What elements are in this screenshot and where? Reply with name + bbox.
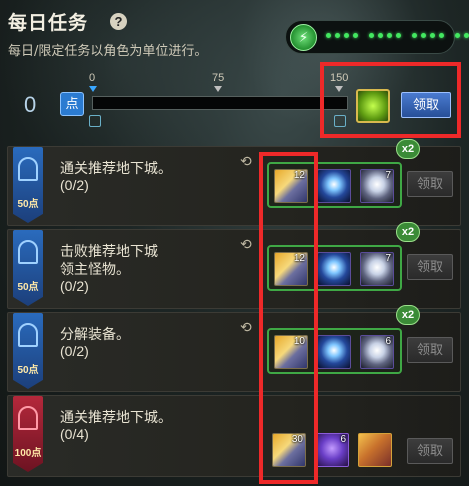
purple-crystal-icon[interactable]: 6 [315, 433, 349, 467]
progress-marker-label: 0 [89, 72, 96, 84]
gold-book-icon[interactable] [358, 433, 392, 467]
help-icon[interactable]: ? [110, 13, 127, 30]
reward-multiplier-badge: x2 [396, 305, 420, 325]
page-title: 每日任务 [8, 12, 89, 34]
task-progress: (0/2) [60, 177, 89, 193]
progress-marker-75: 75 [212, 72, 224, 92]
refresh-icon[interactable]: ⟲ [240, 236, 252, 253]
claim-task-button[interactable]: 领取 [407, 337, 453, 363]
task-row: 50点 分解装备。 (0/2) ⟲ 10 6 x2 领取 [7, 305, 461, 392]
white-orb-icon[interactable]: 7 [360, 169, 394, 203]
dungeon-gate-icon [18, 406, 38, 430]
task-name: 击败推荐地下城 领主怪物。 [60, 243, 158, 277]
task-points-banner: 50点 [13, 230, 43, 306]
fatigue-meter: ⚡ [285, 20, 469, 54]
gear-icon [18, 323, 38, 347]
activity-points-value: 0 [24, 92, 37, 117]
fatigue-dots [326, 33, 469, 38]
sword-crest-icon [18, 240, 38, 264]
activity-progress-bar [92, 96, 348, 110]
highlight-box-ticket-rewards [259, 152, 318, 484]
blue-orb-icon[interactable] [317, 252, 351, 286]
task-name: 通关推荐地下城。 [60, 160, 172, 176]
progress-marker-0: 0 [89, 72, 97, 92]
blue-orb-icon[interactable] [317, 335, 351, 369]
reward-count: 6 [340, 434, 346, 445]
refresh-icon[interactable]: ⟲ [240, 319, 252, 336]
reward-multiplier-badge: x2 [396, 139, 420, 159]
white-orb-icon[interactable]: 7 [360, 252, 394, 286]
track-start-icon [89, 115, 101, 127]
task-row: 50点 通关推荐地下城。 (0/2) ⟲ 12 7 x2 领取 [7, 139, 461, 226]
points-icon: 点 [60, 92, 84, 116]
task-points: 50点 [17, 365, 39, 376]
task-progress: (0/2) [60, 278, 89, 294]
task-name: 通关推荐地下城。 [60, 409, 172, 425]
task-row: 100点 通关推荐地下城。 (0/4) 30 6 领取 [7, 395, 461, 477]
claim-task-button[interactable]: 领取 [407, 254, 453, 280]
reward-multiplier-badge: x2 [396, 222, 420, 242]
claim-task-button[interactable]: 领取 [407, 171, 453, 197]
claim-task-button[interactable]: 领取 [407, 438, 453, 464]
progress-marker-label: 75 [212, 72, 225, 84]
reward-count: 7 [385, 253, 391, 264]
task-points-banner: 50点 [13, 313, 43, 389]
refresh-icon[interactable]: ⟲ [240, 153, 252, 170]
blue-orb-icon[interactable] [317, 169, 351, 203]
reward-count: 6 [385, 336, 391, 347]
task-row: 50点 击败推荐地下城 领主怪物。 (0/2) ⟲ 12 7 x2 领取 [7, 222, 461, 309]
task-points-banner: 100点 [13, 396, 43, 472]
task-points: 50点 [17, 282, 39, 293]
reward-count: 7 [385, 170, 391, 181]
white-orb-icon[interactable]: 6 [360, 335, 394, 369]
dungeon-gate-icon [18, 157, 38, 181]
battery-bolt-icon: ⚡ [290, 24, 317, 51]
page-subtitle: 每日/限定任务以角色为单位进行。 [8, 44, 208, 59]
task-progress: (0/4) [60, 426, 89, 442]
highlight-box-activity-reward [320, 62, 461, 138]
task-name: 分解装备。 [60, 326, 130, 342]
task-progress: (0/2) [60, 343, 89, 359]
task-points: 100点 [14, 448, 42, 459]
task-points: 50点 [17, 199, 39, 210]
task-points-banner: 50点 [13, 147, 43, 223]
